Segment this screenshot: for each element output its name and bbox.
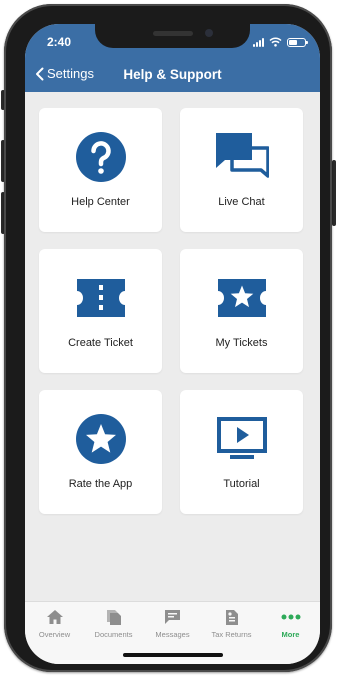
status-icons (253, 36, 308, 48)
wifi-icon (269, 37, 282, 47)
documents-icon (106, 609, 121, 625)
tile-label: My Tickets (215, 337, 268, 349)
help-circle-icon (75, 132, 126, 182)
help-center-tile[interactable]: Help Center (39, 108, 162, 232)
phone-frame: 2:40 Settings Help & Support Help Center… (4, 4, 332, 672)
message-icon (165, 610, 180, 624)
tab-more[interactable]: More (261, 602, 320, 664)
speaker (153, 31, 193, 36)
my-tickets-tile[interactable]: My Tickets (180, 249, 303, 373)
status-time: 2:40 (47, 35, 72, 49)
tile-label: Tutorial (223, 478, 260, 490)
tile-label: Help Center (71, 196, 130, 208)
app-screen: 2:40 Settings Help & Support Help Center… (25, 24, 320, 664)
signal-icon (253, 37, 264, 47)
page-title: Help & Support (123, 67, 222, 82)
create-ticket-tile[interactable]: Create Ticket (39, 249, 162, 373)
chat-bubbles-icon (215, 133, 269, 178)
play-screen-icon (216, 417, 267, 459)
tab-label: More (281, 630, 300, 639)
battery-level (289, 39, 298, 45)
tab-label: Tax Returns (211, 630, 252, 639)
rate-app-tile[interactable]: Rate the App (39, 390, 162, 514)
tax-returns-icon (225, 609, 238, 625)
tile-label: Live Chat (218, 196, 265, 208)
ticket-icon (76, 279, 125, 317)
tutorial-tile[interactable]: Tutorial (180, 390, 303, 514)
front-camera (205, 29, 213, 37)
tile-label: Create Ticket (68, 337, 133, 349)
notch (95, 24, 250, 48)
tile-label: Rate the App (68, 478, 133, 490)
tab-overview[interactable]: Overview (25, 602, 84, 664)
tab-label: Documents (94, 630, 133, 639)
live-chat-tile[interactable]: Live Chat (180, 108, 303, 232)
tab-label: Overview (38, 630, 71, 639)
home-icon (46, 610, 63, 624)
more-dots-icon (281, 614, 300, 620)
tab-label: Messages (155, 630, 190, 639)
battery-icon (287, 37, 308, 47)
star-ticket-icon (217, 279, 266, 317)
star-circle-icon (75, 414, 126, 464)
power-button (332, 160, 336, 226)
support-options-grid: Help Center Live Chat Create Ticket My T… (39, 108, 305, 514)
tab-bar: Overview Documents Messages Tax Returns … (25, 601, 320, 664)
home-indicator (123, 653, 223, 657)
